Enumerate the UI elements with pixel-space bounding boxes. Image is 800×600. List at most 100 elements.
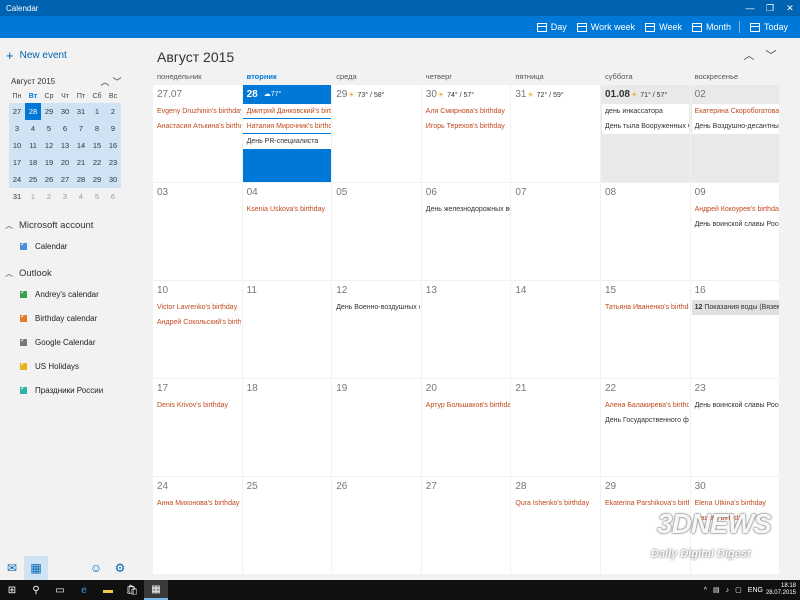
holiday-event[interactable]: День PR-специалиста [242, 134, 332, 149]
account-outlook[interactable]: ︿ Outlook [5, 268, 52, 279]
settings-gear-icon[interactable]: ⚙ [108, 556, 132, 580]
network-icon[interactable]: ▤ [713, 586, 720, 594]
birthday-event[interactable]: Анна Миxонова's birthday [154, 496, 241, 511]
mini-day[interactable]: 28 [73, 171, 89, 188]
minimize-icon[interactable]: — [740, 0, 760, 16]
view-today-button[interactable]: Today [749, 22, 788, 32]
day-cell[interactable]: 05 [332, 183, 421, 280]
mini-day[interactable]: 8 [89, 120, 105, 137]
mini-day[interactable]: 5 [41, 120, 57, 137]
mini-day[interactable]: 30 [105, 171, 121, 188]
day-cell[interactable]: 19 [332, 379, 421, 476]
checkbox-icon[interactable] [20, 336, 27, 346]
day-cell[interactable]: 28 Qura Ishenko's birthday [511, 477, 600, 574]
day-cell[interactable]: 23 День воинской славы Росси [690, 379, 780, 476]
mini-day[interactable]: 10 [9, 137, 25, 154]
mini-day[interactable]: 14 [73, 137, 89, 154]
day-cell[interactable]: 01.08 ☀ 71° / 57° день инкассатора День тыла… [600, 85, 690, 182]
mini-day[interactable]: 27 [57, 171, 73, 188]
day-cell[interactable]: 16 12 Показания воды (Вязем [690, 281, 780, 378]
notifications-icon[interactable]: ▢ [735, 586, 742, 594]
checkbox-icon[interactable] [20, 360, 27, 370]
calendar-toggle[interactable]: Google Calendar [20, 336, 95, 347]
volume-icon[interactable]: ♪ [726, 587, 730, 594]
day-cell[interactable]: 21 [511, 379, 600, 476]
birthday-event[interactable]: Наталия Мирочник's birthd... [242, 119, 332, 134]
calendar-toggle[interactable]: Birthday calendar [20, 312, 97, 323]
mini-next-month-icon[interactable]: ﹀ [111, 75, 123, 88]
birthday-event[interactable]: Екатерина Скоробогатова's [691, 104, 779, 119]
birthday-event[interactable]: Артур Большаков's birthday [422, 398, 510, 413]
mini-day[interactable]: 17 [9, 154, 25, 171]
day-cell[interactable]: 29 Ekaterina Parshikova's birthday [600, 477, 690, 574]
mini-day[interactable]: 4 [73, 188, 89, 205]
mini-day[interactable]: 31 [73, 103, 89, 120]
day-cell[interactable]: 08 [600, 183, 690, 280]
day-cell[interactable]: 07 [511, 183, 600, 280]
day-cell[interactable]: 31 ☀ 72° / 59° [511, 85, 600, 182]
mini-day[interactable]: 1 [89, 103, 105, 120]
day-cell[interactable]: 22 Алена Балакирева's birthday День Госуда… [600, 379, 690, 476]
day-cell[interactable]: 11 [242, 281, 332, 378]
task-view-icon[interactable]: ▭ [48, 580, 72, 600]
day-cell[interactable]: 04 Ksenia Uskova's birthday [242, 183, 332, 280]
birthday-event[interactable]: Elena Utkina's birthday [691, 496, 779, 511]
mini-day[interactable]: 23 [105, 154, 121, 171]
holiday-event[interactable]: День воинской славы Росси [691, 217, 779, 232]
mini-day[interactable]: 28 [25, 103, 41, 120]
day-cell[interactable]: 15 Татьяна Иваненко's birthday [600, 281, 690, 378]
mini-day[interactable]: 25 [25, 171, 41, 188]
mini-day[interactable]: 30 [57, 103, 73, 120]
checkbox-icon[interactable] [20, 312, 27, 322]
holiday-event[interactable]: День Воздушно-десантных [691, 119, 779, 134]
view-day-button[interactable]: Day [536, 22, 567, 32]
mini-day[interactable]: 3 [9, 120, 25, 137]
mini-day[interactable]: 31 [9, 188, 25, 205]
day-cell[interactable]: 18 [242, 379, 332, 476]
day-cell[interactable]: 10 Victor Lavrenko's birthday Андрей Сокол… [153, 281, 242, 378]
file-explorer-icon[interactable]: ▬ [96, 580, 120, 600]
calendar-app-taskbar-icon[interactable]: ▦ [144, 580, 168, 600]
birthday-event[interactable]: Игорь Терехов's birthday [422, 119, 510, 134]
close-icon[interactable]: ✕ [780, 0, 800, 16]
holiday-event[interactable]: День железнодорожных во [422, 202, 510, 217]
mini-day[interactable]: 2 [41, 188, 57, 205]
maximize-icon[interactable]: ❐ [760, 0, 780, 16]
birthday-event[interactable]: Qura Ishenko's birthday [512, 496, 600, 511]
day-cell[interactable]: 13 [421, 281, 511, 378]
birthday-event[interactable]: Дмитрий Данковский's birthday [242, 104, 332, 119]
account-microsoft-account[interactable]: ︿ Microsoft account [5, 220, 93, 231]
mini-day[interactable]: 26 [41, 171, 57, 188]
mini-day[interactable]: 29 [41, 103, 57, 120]
prev-month-icon[interactable]: ︿ [738, 47, 760, 63]
holiday-event[interactable]: День воинской славы Росси [691, 398, 779, 413]
day-cell-today[interactable]: 28 ☁77° Дмитрий Данковский's birthdayНатал… [242, 85, 332, 182]
mini-day[interactable]: 19 [41, 154, 57, 171]
mini-day[interactable]: 29 [89, 171, 105, 188]
day-cell[interactable]: 03 [153, 183, 242, 280]
mini-day[interactable]: 22 [89, 154, 105, 171]
day-cell[interactable]: 25 [242, 477, 332, 574]
holiday-event[interactable]: День Военно-воздушных си [333, 300, 421, 315]
day-cell[interactable]: 17 Denis Krivov's birthday [153, 379, 242, 476]
holiday-event[interactable]: День тыла Вооруженных Си [601, 119, 689, 134]
birthday-event[interactable]: Аля Смирнова's birthday [422, 104, 510, 119]
day-cell[interactable]: 27 [421, 477, 511, 574]
clock[interactable]: 18:18 28.07.2015 [766, 583, 800, 597]
day-cell[interactable]: 27.07 Evgeny Druzhinin's birthday Анастаси… [153, 85, 242, 182]
day-cell[interactable]: 09 Андрей Кокоурев's birthday День воинско… [690, 183, 780, 280]
day-cell[interactable]: 29 ☀ 73° / 58° [332, 85, 421, 182]
day-cell[interactable]: 30 ☀ 74° / 57° Аля Смирнова's birthday Игорь… [421, 85, 511, 182]
mini-day[interactable]: 20 [57, 154, 73, 171]
mini-day[interactable]: 4 [25, 120, 41, 137]
birthday-event[interactable]: Андрей Кокоурев's birthday [691, 202, 779, 217]
birthday-event[interactable]: Victor Lavrenko's birthday [154, 300, 241, 315]
calendar-toggle[interactable]: Andrey's calendar [20, 288, 99, 299]
day-cell[interactable]: 24 Анна Миxонова's birthday [153, 477, 242, 574]
mini-day[interactable]: 2 [105, 103, 121, 120]
tray-chevron-icon[interactable]: ^ [704, 587, 707, 594]
mini-prev-month-icon[interactable]: ︿ [99, 75, 111, 88]
checkbox-icon[interactable] [20, 288, 27, 298]
mini-day[interactable]: 6 [105, 188, 121, 205]
calendar-toggle[interactable]: Calendar [20, 240, 67, 251]
